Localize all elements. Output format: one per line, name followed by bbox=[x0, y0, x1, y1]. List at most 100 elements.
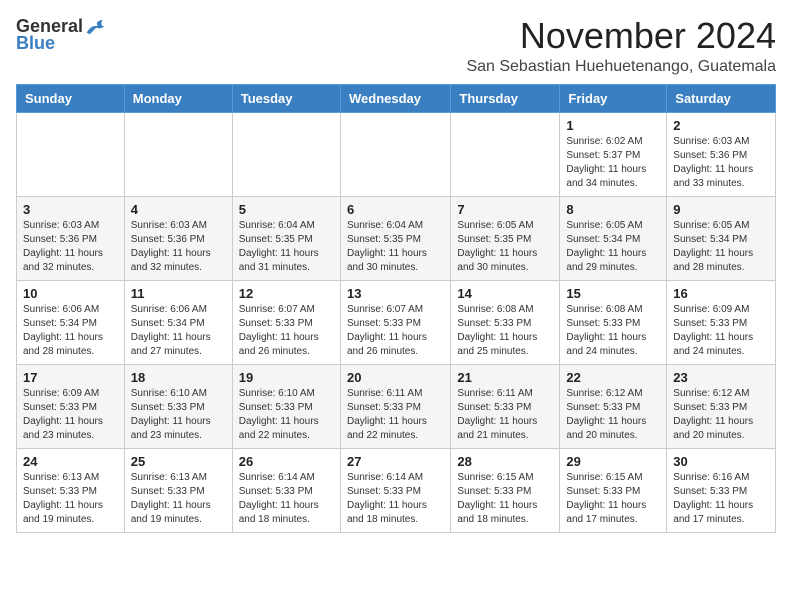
month-title: November 2024 bbox=[466, 16, 776, 56]
day-number: 21 bbox=[457, 370, 553, 385]
day-info: Sunrise: 6:04 AM Sunset: 5:35 PM Dayligh… bbox=[239, 219, 334, 275]
calendar-cell: 24 Sunrise: 6:13 AM Sunset: 5:33 PM Dayli… bbox=[17, 448, 125, 532]
calendar-cell: 28 Sunrise: 6:15 AM Sunset: 5:33 PM Dayli… bbox=[451, 448, 560, 532]
day-number: 8 bbox=[566, 202, 660, 217]
calendar-cell: 11 Sunrise: 6:06 AM Sunset: 5:34 PM Dayli… bbox=[124, 280, 232, 364]
day-number: 28 bbox=[457, 454, 553, 469]
day-number: 7 bbox=[457, 202, 553, 217]
calendar-cell: 19Sunrise: 6:10 AM Sunset: 5:33 PM Dayli… bbox=[232, 364, 340, 448]
day-info: Sunrise: 6:08 AM Sunset: 5:33 PM Dayligh… bbox=[566, 303, 660, 359]
calendar-cell: 16 Sunrise: 6:09 AM Sunset: 5:33 PM Dayli… bbox=[667, 280, 776, 364]
calendar-cell: 14 Sunrise: 6:08 AM Sunset: 5:33 PM Dayli… bbox=[451, 280, 560, 364]
day-number: 15 bbox=[566, 286, 660, 301]
calendar-week-row: 10 Sunrise: 6:06 AM Sunset: 5:34 PM Dayli… bbox=[17, 280, 776, 364]
day-info: Sunrise: 6:06 AM Sunset: 5:34 PM Dayligh… bbox=[23, 303, 118, 359]
day-number: 16 bbox=[673, 286, 769, 301]
calendar-cell: 27Sunrise: 6:14 AM Sunset: 5:33 PM Dayli… bbox=[340, 448, 450, 532]
day-number: 14 bbox=[457, 286, 553, 301]
day-info: Sunrise: 6:10 AM Sunset: 5:33 PM Dayligh… bbox=[239, 387, 334, 443]
calendar-cell: 5 Sunrise: 6:04 AM Sunset: 5:35 PM Daylig… bbox=[232, 196, 340, 280]
calendar-cell: 4 Sunrise: 6:03 AM Sunset: 5:36 PM Daylig… bbox=[124, 196, 232, 280]
day-number: 2 bbox=[673, 118, 769, 133]
day-number: 18 bbox=[131, 370, 226, 385]
day-info: Sunrise: 6:09 AM Sunset: 5:33 PM Dayligh… bbox=[23, 387, 118, 443]
day-info: Sunrise: 6:05 AM Sunset: 5:34 PM Dayligh… bbox=[673, 219, 769, 275]
day-number: 20 bbox=[347, 370, 444, 385]
calendar-cell: 18 Sunrise: 6:10 AM Sunset: 5:33 PM Dayli… bbox=[124, 364, 232, 448]
day-info: Sunrise: 6:13 AM Sunset: 5:33 PM Dayligh… bbox=[23, 471, 118, 527]
calendar-cell: 3 Sunrise: 6:03 AM Sunset: 5:36 PM Daylig… bbox=[17, 196, 125, 280]
day-info: Sunrise: 6:07 AM Sunset: 5:33 PM Dayligh… bbox=[347, 303, 444, 359]
calendar-header-row: SundayMondayTuesdayWednesdayThursdayFrid… bbox=[17, 84, 776, 112]
day-info: Sunrise: 6:11 AM Sunset: 5:33 PM Dayligh… bbox=[347, 387, 444, 443]
calendar-cell bbox=[340, 112, 450, 196]
calendar-cell: 6Sunrise: 6:04 AM Sunset: 5:35 PM Daylig… bbox=[340, 196, 450, 280]
day-number: 5 bbox=[239, 202, 334, 217]
logo: General Blue bbox=[16, 16, 109, 54]
calendar-cell: 25 Sunrise: 6:13 AM Sunset: 5:33 PM Dayli… bbox=[124, 448, 232, 532]
day-info: Sunrise: 6:05 AM Sunset: 5:34 PM Dayligh… bbox=[566, 219, 660, 275]
day-number: 9 bbox=[673, 202, 769, 217]
day-info: Sunrise: 6:14 AM Sunset: 5:33 PM Dayligh… bbox=[239, 471, 334, 527]
logo-bird-icon bbox=[85, 17, 109, 37]
day-info: Sunrise: 6:09 AM Sunset: 5:33 PM Dayligh… bbox=[673, 303, 769, 359]
day-number: 24 bbox=[23, 454, 118, 469]
calendar-cell: 2 Sunrise: 6:03 AM Sunset: 5:36 PM Daylig… bbox=[667, 112, 776, 196]
calendar-cell bbox=[451, 112, 560, 196]
calendar-cell bbox=[232, 112, 340, 196]
calendar-week-row: 17 Sunrise: 6:09 AM Sunset: 5:33 PM Dayli… bbox=[17, 364, 776, 448]
calendar-cell: 13Sunrise: 6:07 AM Sunset: 5:33 PM Dayli… bbox=[340, 280, 450, 364]
logo-blue-text: Blue bbox=[16, 33, 55, 54]
calendar-cell: 21 Sunrise: 6:11 AM Sunset: 5:33 PM Dayli… bbox=[451, 364, 560, 448]
day-number: 10 bbox=[23, 286, 118, 301]
day-number: 23 bbox=[673, 370, 769, 385]
location-subtitle: San Sebastian Huehuetenango, Guatemala bbox=[466, 58, 776, 76]
day-info: Sunrise: 6:06 AM Sunset: 5:34 PM Dayligh… bbox=[131, 303, 226, 359]
day-info: Sunrise: 6:15 AM Sunset: 5:33 PM Dayligh… bbox=[566, 471, 660, 527]
col-header-thursday: Thursday bbox=[451, 84, 560, 112]
day-info: Sunrise: 6:08 AM Sunset: 5:33 PM Dayligh… bbox=[457, 303, 553, 359]
header: General Blue November 2024 San Sebastian… bbox=[16, 16, 776, 76]
day-number: 26 bbox=[239, 454, 334, 469]
day-info: Sunrise: 6:05 AM Sunset: 5:35 PM Dayligh… bbox=[457, 219, 553, 275]
day-number: 1 bbox=[566, 118, 660, 133]
day-number: 17 bbox=[23, 370, 118, 385]
day-number: 6 bbox=[347, 202, 444, 217]
col-header-friday: Friday bbox=[560, 84, 667, 112]
calendar-cell: 30 Sunrise: 6:16 AM Sunset: 5:33 PM Dayli… bbox=[667, 448, 776, 532]
day-info: Sunrise: 6:16 AM Sunset: 5:33 PM Dayligh… bbox=[673, 471, 769, 527]
title-section: November 2024 San Sebastian Huehuetenang… bbox=[466, 16, 776, 76]
calendar-cell: 15 Sunrise: 6:08 AM Sunset: 5:33 PM Dayli… bbox=[560, 280, 667, 364]
day-number: 4 bbox=[131, 202, 226, 217]
col-header-monday: Monday bbox=[124, 84, 232, 112]
day-info: Sunrise: 6:03 AM Sunset: 5:36 PM Dayligh… bbox=[23, 219, 118, 275]
day-info: Sunrise: 6:07 AM Sunset: 5:33 PM Dayligh… bbox=[239, 303, 334, 359]
day-info: Sunrise: 6:15 AM Sunset: 5:33 PM Dayligh… bbox=[457, 471, 553, 527]
calendar-cell: 20 Sunrise: 6:11 AM Sunset: 5:33 PM Dayli… bbox=[340, 364, 450, 448]
day-info: Sunrise: 6:12 AM Sunset: 5:33 PM Dayligh… bbox=[673, 387, 769, 443]
calendar-week-row: 3 Sunrise: 6:03 AM Sunset: 5:36 PM Daylig… bbox=[17, 196, 776, 280]
calendar-table: SundayMondayTuesdayWednesdayThursdayFrid… bbox=[16, 84, 776, 533]
calendar-cell: 23 Sunrise: 6:12 AM Sunset: 5:33 PM Dayli… bbox=[667, 364, 776, 448]
calendar-week-row: 24 Sunrise: 6:13 AM Sunset: 5:33 PM Dayli… bbox=[17, 448, 776, 532]
day-number: 11 bbox=[131, 286, 226, 301]
calendar-cell: 17 Sunrise: 6:09 AM Sunset: 5:33 PM Dayli… bbox=[17, 364, 125, 448]
day-number: 29 bbox=[566, 454, 660, 469]
day-number: 30 bbox=[673, 454, 769, 469]
day-info: Sunrise: 6:10 AM Sunset: 5:33 PM Dayligh… bbox=[131, 387, 226, 443]
calendar-cell: 29 Sunrise: 6:15 AM Sunset: 5:33 PM Dayli… bbox=[560, 448, 667, 532]
calendar-cell: 7 Sunrise: 6:05 AM Sunset: 5:35 PM Daylig… bbox=[451, 196, 560, 280]
calendar-cell: 12Sunrise: 6:07 AM Sunset: 5:33 PM Dayli… bbox=[232, 280, 340, 364]
day-info: Sunrise: 6:13 AM Sunset: 5:33 PM Dayligh… bbox=[131, 471, 226, 527]
day-info: Sunrise: 6:11 AM Sunset: 5:33 PM Dayligh… bbox=[457, 387, 553, 443]
calendar-cell: 10 Sunrise: 6:06 AM Sunset: 5:34 PM Dayli… bbox=[17, 280, 125, 364]
day-info: Sunrise: 6:03 AM Sunset: 5:36 PM Dayligh… bbox=[673, 135, 769, 191]
day-number: 25 bbox=[131, 454, 226, 469]
day-info: Sunrise: 6:03 AM Sunset: 5:36 PM Dayligh… bbox=[131, 219, 226, 275]
col-header-tuesday: Tuesday bbox=[232, 84, 340, 112]
day-number: 3 bbox=[23, 202, 118, 217]
calendar-cell bbox=[124, 112, 232, 196]
calendar-cell: 26 Sunrise: 6:14 AM Sunset: 5:33 PM Dayli… bbox=[232, 448, 340, 532]
day-info: Sunrise: 6:02 AM Sunset: 5:37 PM Dayligh… bbox=[566, 135, 660, 191]
day-number: 22 bbox=[566, 370, 660, 385]
